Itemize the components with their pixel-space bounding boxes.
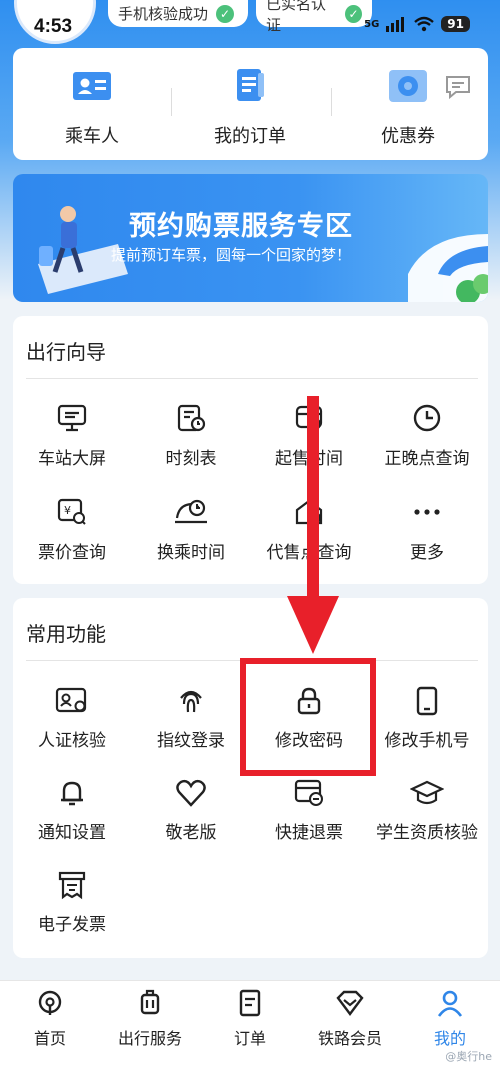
fare-query-button[interactable]: ¥ 票价查询 bbox=[13, 496, 131, 563]
annotation-highlight-box bbox=[240, 658, 376, 776]
punctuality-query-button[interactable]: 正晚点查询 bbox=[368, 402, 486, 469]
notification-settings-button[interactable]: 通知设置 bbox=[13, 778, 131, 843]
divider bbox=[171, 88, 172, 116]
quick-menu-card: 乘车人 我的订单 优惠券 bbox=[13, 48, 488, 160]
my-orders-button[interactable]: 我的订单 bbox=[175, 68, 325, 148]
divider bbox=[331, 88, 332, 116]
nav-membership[interactable]: 铁路会员 bbox=[300, 989, 400, 1049]
transfer-time-icon bbox=[175, 499, 207, 524]
phone-verified-label: 手机核验成功 bbox=[118, 5, 209, 23]
system-icons: 5G 91 bbox=[364, 16, 470, 32]
elderly-mode-label: 敬老版 bbox=[165, 823, 217, 843]
banner-subtitle: 提前预订车票，圆每一个回家的梦！ bbox=[111, 246, 352, 264]
student-verify-button[interactable]: 学生资质核验 bbox=[368, 778, 486, 843]
id-verify-icon bbox=[55, 687, 87, 713]
nav-orders[interactable]: 订单 bbox=[200, 989, 300, 1049]
quick-refund-label: 快捷退票 bbox=[275, 823, 343, 843]
nav-home-label: 首页 bbox=[33, 1029, 66, 1048]
common-functions-title: 常用功能 bbox=[26, 622, 106, 646]
order-doc-icon bbox=[237, 69, 264, 101]
coupon-gear-icon bbox=[389, 70, 427, 102]
divider bbox=[26, 378, 478, 379]
nav-orders-label: 订单 bbox=[233, 1029, 266, 1048]
station-screen-label: 车站大屏 bbox=[38, 449, 106, 469]
timetable-button[interactable]: 时刻表 bbox=[132, 402, 250, 469]
passengers-button[interactable]: 乘车人 bbox=[17, 68, 167, 148]
travel-guide-title: 出行向导 bbox=[26, 340, 106, 364]
bell-icon bbox=[61, 781, 83, 806]
refund-icon bbox=[294, 779, 323, 806]
bottom-nav: 首页 出行服务 订单 铁路会员 我的 @奥行he bbox=[0, 980, 500, 1070]
fare-query-label: 票价查询 bbox=[38, 543, 106, 563]
diamond-icon bbox=[336, 990, 364, 1016]
fare-query-icon: ¥ bbox=[57, 498, 86, 525]
check-icon: ✓ bbox=[216, 4, 235, 23]
common-functions-card: 常用功能 人证核验 指纹登录 修改密码 修改手机号 通知设置 敬老版 快捷退票 … bbox=[13, 598, 488, 958]
id-verify-label: 人证核验 bbox=[38, 731, 106, 751]
station-screen-icon bbox=[57, 404, 87, 432]
status-time: 4:53 bbox=[34, 16, 73, 37]
more-button[interactable]: 更多 bbox=[368, 496, 486, 563]
annotation-arrow bbox=[287, 396, 339, 654]
quick-refund-button[interactable]: 快捷退票 bbox=[250, 778, 368, 843]
graduation-cap-icon bbox=[410, 780, 444, 805]
user-icon bbox=[437, 990, 463, 1017]
passenger-card-icon bbox=[73, 72, 111, 100]
order-list-icon bbox=[239, 989, 261, 1017]
fingerprint-login-label: 指纹登录 bbox=[157, 731, 225, 751]
battery-indicator: 91 bbox=[441, 16, 470, 32]
clock-icon bbox=[413, 404, 441, 432]
id-verify-button[interactable]: 人证核验 bbox=[13, 686, 131, 751]
heart-icon bbox=[176, 779, 206, 807]
notification-settings-label: 通知设置 bbox=[38, 823, 106, 843]
e-invoice-label: 电子发票 bbox=[38, 915, 106, 935]
check-icon: ✓ bbox=[344, 4, 362, 23]
more-icon bbox=[414, 509, 440, 515]
passengers-label: 乘车人 bbox=[65, 126, 119, 147]
punctuality-query-label: 正晚点查询 bbox=[384, 449, 470, 469]
network-label: 5G bbox=[364, 18, 380, 30]
travel-guide-card: 出行向导 车站大屏 时刻表 起售时间 正晚点查询 ¥ 票价查询 换乘时间 代售点… bbox=[13, 316, 488, 584]
e-invoice-button[interactable]: 电子发票 bbox=[13, 870, 131, 935]
fingerprint-login-button[interactable]: 指纹登录 bbox=[132, 686, 250, 751]
train-illustration bbox=[408, 234, 488, 302]
luggage-icon bbox=[140, 989, 160, 1015]
change-phone-label: 修改手机号 bbox=[384, 731, 470, 751]
phone-verified-badge: 手机核验成功 ✓ bbox=[108, 0, 248, 27]
invoice-icon bbox=[58, 871, 86, 900]
my-orders-label: 我的订单 bbox=[214, 126, 286, 147]
change-phone-button[interactable]: 修改手机号 bbox=[368, 686, 486, 751]
svg-text:¥: ¥ bbox=[64, 504, 71, 517]
wifi-icon bbox=[414, 16, 435, 32]
station-screen-button[interactable]: 车站大屏 bbox=[13, 402, 131, 469]
fingerprint-icon bbox=[180, 690, 202, 713]
watermark: @奥行he bbox=[445, 1050, 492, 1063]
student-verify-label: 学生资质核验 bbox=[376, 823, 478, 843]
timetable-icon bbox=[177, 404, 206, 432]
realname-label: 已实名认证 bbox=[266, 0, 327, 34]
banner-title: 预约购票服务专区 bbox=[129, 211, 353, 242]
nav-mine-label: 我的 bbox=[433, 1029, 466, 1048]
nav-travel-services-label: 出行服务 bbox=[117, 1029, 182, 1048]
booking-banner[interactable]: 预约购票服务专区 提前预订车票，圆每一个回家的梦！ bbox=[13, 174, 488, 302]
transfer-time-label: 换乘时间 bbox=[157, 543, 225, 563]
phone-icon bbox=[416, 686, 438, 716]
timetable-label: 时刻表 bbox=[165, 449, 217, 469]
message-icon[interactable] bbox=[444, 74, 472, 100]
coupons-label: 优惠券 bbox=[381, 126, 435, 147]
transfer-time-button[interactable]: 换乘时间 bbox=[132, 496, 250, 563]
signal-icon bbox=[386, 17, 405, 32]
status-bar: 4:53 手机核验成功 ✓ 已实名认证 ✓ 5G 91 bbox=[0, 0, 500, 44]
nav-home[interactable]: 首页 bbox=[0, 989, 100, 1049]
nav-membership-label: 铁路会员 bbox=[317, 1029, 382, 1048]
home-icon bbox=[38, 990, 62, 1015]
nav-travel-services[interactable]: 出行服务 bbox=[100, 989, 200, 1049]
realname-badge: 已实名认证 ✓ bbox=[256, 0, 372, 34]
more-label: 更多 bbox=[410, 543, 444, 563]
elderly-mode-button[interactable]: 敬老版 bbox=[132, 778, 250, 843]
nav-mine[interactable]: 我的 bbox=[400, 989, 500, 1049]
